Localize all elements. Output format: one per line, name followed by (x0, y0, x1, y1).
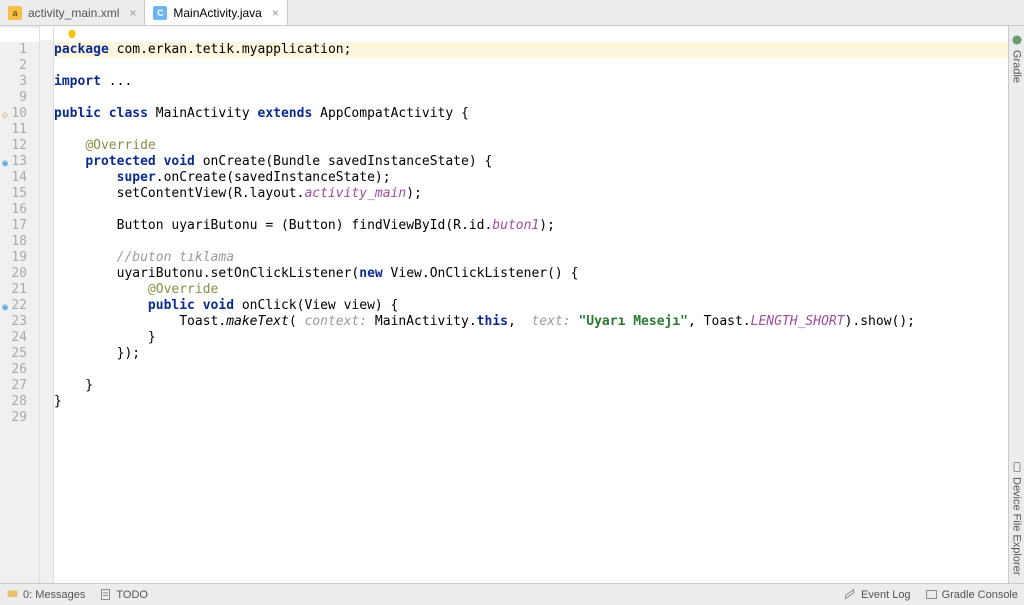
line-number: 19 (0, 250, 39, 266)
java-file-icon: C (153, 6, 167, 20)
line-number: 11 (0, 122, 39, 138)
line-number: 16 (0, 202, 39, 218)
right-tool-window-bar: Gradle Device File Explorer (1008, 26, 1024, 583)
code-editor[interactable]: package com.erkan.tetik.myapplication; i… (54, 26, 1008, 583)
line-number: 15 (0, 186, 39, 202)
gradle-console-icon (925, 588, 938, 601)
status-todo[interactable]: TODO (99, 588, 148, 601)
fold-gutter (40, 26, 54, 583)
status-messages[interactable]: 0: Messages (6, 588, 85, 601)
line-number: 29 (0, 410, 39, 426)
todo-icon (99, 588, 112, 601)
xml-file-icon: a (8, 6, 22, 20)
line-number: 2 (0, 58, 39, 74)
line-number: 27 (0, 378, 39, 394)
line-number: 21 (0, 282, 39, 298)
line-number: 10◇ (0, 106, 39, 122)
line-number: 18 (0, 234, 39, 250)
gradle-icon (1011, 34, 1023, 46)
line-number: 9 (0, 90, 39, 106)
tab-activity-main-xml[interactable]: a activity_main.xml × (0, 0, 145, 25)
line-number: 23 (0, 314, 39, 330)
event-log-icon (844, 588, 857, 601)
side-tab-device-file-explorer[interactable]: Device File Explorer (1011, 453, 1023, 583)
line-number: 25 (0, 346, 39, 362)
line-number: 13◉ (0, 154, 39, 170)
tab-label: MainActivity.java (173, 6, 261, 20)
line-number: 14 (0, 170, 39, 186)
messages-icon (6, 588, 19, 601)
line-number: 20 (0, 266, 39, 282)
line-number: 22◉ (0, 298, 39, 314)
device-icon (1011, 461, 1023, 473)
close-icon[interactable]: × (272, 6, 279, 20)
editor-tab-bar: a activity_main.xml × C MainActivity.jav… (0, 0, 1024, 26)
side-tab-gradle[interactable]: Gradle (1011, 26, 1023, 91)
intention-bulb-icon[interactable] (66, 29, 78, 41)
line-number: 1 (0, 42, 39, 58)
close-icon[interactable]: × (129, 6, 136, 20)
status-bar: 0: Messages TODO Event Log Gradle Consol… (0, 583, 1024, 605)
line-number: 28 (0, 394, 39, 410)
line-number: 3 (0, 74, 39, 90)
status-event-log[interactable]: Event Log (844, 588, 911, 601)
line-number: 24 (0, 330, 39, 346)
editor-wrap: 123910◇111213◉141516171819202122◉2324252… (0, 26, 1024, 583)
line-number: 17 (0, 218, 39, 234)
line-number: 26 (0, 362, 39, 378)
status-gradle-console[interactable]: Gradle Console (925, 588, 1018, 601)
tab-main-activity-java[interactable]: C MainActivity.java × (145, 0, 288, 25)
tab-label: activity_main.xml (28, 6, 119, 20)
line-number: 12 (0, 138, 39, 154)
line-number-gutter: 123910◇111213◉141516171819202122◉2324252… (0, 26, 40, 583)
